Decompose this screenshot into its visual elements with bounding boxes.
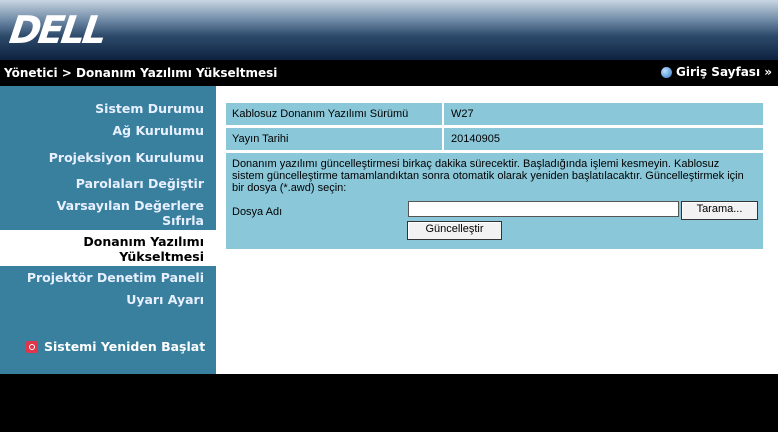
sidebar-item-system-status[interactable]: Sistem Durumu: [8, 101, 204, 116]
sidebar-item-label: Yükseltmesi: [119, 249, 204, 264]
release-date-value: 20140905: [451, 133, 500, 145]
home-link-label: Giriş Sayfası »: [675, 65, 772, 79]
sidebar-item-label: Donanım Yazılımı: [83, 234, 204, 249]
release-date-label: Yayın Tarihi: [232, 133, 289, 145]
sidebar: Sistem Durumu Ağ Kurulumu Projeksiyon Ku…: [0, 86, 216, 374]
sidebar-item-projection-setup[interactable]: Projeksiyon Kurulumu: [8, 150, 204, 165]
globe-icon: [660, 66, 672, 78]
row-divider: [442, 128, 444, 150]
sidebar-item-firmware-upgrade[interactable]: Donanım Yazılımı Yükseltmesi: [0, 230, 216, 266]
power-icon: [26, 340, 38, 353]
home-link[interactable]: Giriş Sayfası »: [660, 65, 772, 79]
restart-label: Sistemi Yeniden Başlat: [44, 339, 206, 354]
dell-logo: DELL: [6, 8, 108, 52]
browse-button[interactable]: Tarama...: [681, 201, 758, 220]
file-name-label: Dosya Adı: [232, 206, 283, 218]
update-button[interactable]: Güncelleştir: [407, 221, 502, 240]
restart-system-link[interactable]: Sistemi Yeniden Başlat: [26, 339, 205, 354]
header-banner: DELL: [0, 0, 778, 60]
footer: [0, 374, 778, 432]
sidebar-item-reset-defaults[interactable]: Varsayılan Değerlere Sıfırla: [8, 198, 204, 228]
sidebar-item-label: Sıfırla: [162, 213, 204, 228]
sidebar-item-label: Varsayılan Değerlere: [56, 198, 204, 213]
upgrade-description: Donanım yazılımı güncelleştirmesi birkaç…: [232, 158, 744, 194]
firmware-version-value: W27: [451, 108, 474, 120]
sidebar-item-change-passwords[interactable]: Parolaları Değiştir: [8, 176, 204, 191]
firmware-version-row: Kablosuz Donanım Yazılımı Sürümü W27: [226, 103, 763, 125]
file-name-input[interactable]: [408, 201, 679, 217]
sidebar-item-projector-control-panel[interactable]: Projektör Denetim Paneli: [8, 270, 204, 285]
sidebar-item-network-setup[interactable]: Ağ Kurulumu: [8, 123, 204, 138]
release-date-row: Yayın Tarihi 20140905: [226, 128, 763, 150]
sidebar-item-alert-settings[interactable]: Uyarı Ayarı: [8, 292, 204, 307]
path-bar: Yönetici > Donanım Yazılımı Yükseltmesi …: [0, 60, 778, 86]
row-divider: [442, 103, 444, 125]
firmware-version-label: Kablosuz Donanım Yazılımı Sürümü: [232, 108, 409, 120]
upgrade-panel: Donanım yazılımı güncelleştirmesi birkaç…: [226, 153, 763, 249]
breadcrumb: Yönetici > Donanım Yazılımı Yükseltmesi: [4, 66, 278, 80]
